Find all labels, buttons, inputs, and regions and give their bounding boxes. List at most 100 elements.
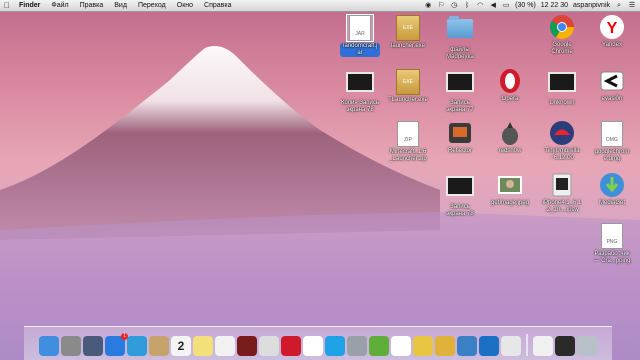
dock-mail-icon[interactable] <box>347 336 367 356</box>
desktop-icon[interactable]: TinyUmbrella - 6.12.00 <box>534 120 590 162</box>
dock-calendar-icon[interactable]: 2 <box>171 336 191 356</box>
dock-notes-icon[interactable] <box>193 336 213 356</box>
desktop-icon[interactable]: файлы Madpeyka <box>432 14 488 61</box>
yandex-icon: Y <box>599 14 625 40</box>
desktop-icon-label: Запись экрана 77 <box>446 100 474 113</box>
opera-icon <box>497 68 523 94</box>
desktop-icon[interactable]: getImage.jpeg <box>482 172 538 207</box>
desktop-icon-label: Minecraft_1.6 _Launcher.zip <box>389 149 427 162</box>
menu-window[interactable]: Окно <box>172 0 199 11</box>
notification-center-icon[interactable]: ☰ <box>628 2 636 9</box>
dock-teamviewer-icon[interactable] <box>479 336 499 356</box>
desktop-icon-label: Google Chrome <box>551 42 573 55</box>
pineapple-icon <box>497 120 523 146</box>
dock-trash-icon[interactable] <box>577 336 597 356</box>
desktop-icon[interactable]: PNG Разработчик — Cra...pping <box>584 222 640 265</box>
desktop-icon[interactable]: evasi0n <box>584 68 640 103</box>
desktop-icon-label: launcher.exe <box>390 43 426 49</box>
desktop-icon[interactable]: Y Yandex <box>584 14 640 49</box>
folder-icon <box>447 16 473 45</box>
svg-text:Y: Y <box>607 20 618 37</box>
desktop-icon[interactable]: iPhone4,1_6.1 .2_10....ipsw <box>534 172 590 214</box>
dock-downloads-icon[interactable] <box>555 336 575 356</box>
bluetooth-icon[interactable]: ᛒ <box>463 2 471 9</box>
status-icon[interactable]: ◉ <box>424 2 432 9</box>
menu-bar:  Finder Файл Правка Вид Переход Окно Сп… <box>0 0 640 12</box>
desktop-icon[interactable]: redsn0w <box>482 120 538 155</box>
battery-icon[interactable]: ▭ <box>502 2 510 9</box>
document-icon: DMG <box>599 121 625 147</box>
chrome-icon <box>549 14 575 40</box>
desktop-icon-label: redsn0w <box>498 148 522 154</box>
dock-yandex-icon[interactable] <box>303 336 323 356</box>
evasion-icon <box>599 68 625 94</box>
dock-reminders-icon[interactable] <box>215 336 235 356</box>
desktop-icon[interactable]: EXE TLauncher.exe <box>380 68 436 104</box>
desktop-icon-label: iPhone4,1_6.1 .2_10....ipsw <box>542 200 582 213</box>
desktop-icon[interactable]: ZIP Minecraft_1.6 _Launcher.zip <box>380 120 436 163</box>
desktop-icon[interactable]: DMG googlechrom e.dmg <box>584 120 640 163</box>
desktop-icon-label: Запись экрана 78 <box>446 204 474 217</box>
exe-icon: EXE <box>395 69 421 95</box>
menubar-user[interactable]: aspanpivnik <box>573 0 610 11</box>
battery-percent: (30 %) <box>515 2 536 9</box>
desktop-icon[interactable]: Запись экрана 78 <box>432 172 488 218</box>
dock-safari-icon[interactable] <box>127 336 147 356</box>
dock-xcode-icon[interactable] <box>391 336 411 356</box>
desktop-icon[interactable]: EXE launcher.exe <box>380 14 436 50</box>
dock-launchpad-icon[interactable] <box>61 336 81 356</box>
wifi-icon[interactable]: ◠ <box>476 2 484 9</box>
dock-screenshot-tool-icon[interactable] <box>533 336 553 356</box>
dock-app-store-icon[interactable]: 1 <box>105 333 128 356</box>
video-icon <box>346 72 374 98</box>
video-icon <box>446 72 474 98</box>
dock-opera-icon[interactable] <box>281 336 301 356</box>
dock-utorrent-icon[interactable] <box>369 336 389 356</box>
desktop-icon-label: Yandex <box>602 42 622 48</box>
menu-edit[interactable]: Правка <box>75 0 110 11</box>
menu-help[interactable]: Справка <box>199 0 237 11</box>
volume-icon[interactable]: ◀ <box>489 2 497 9</box>
dock-preview-icon[interactable] <box>259 336 279 356</box>
menubar-clock[interactable]: 12 22 30 <box>541 0 568 11</box>
menu-go[interactable]: Переход <box>133 0 172 11</box>
dock-stuffit-icon[interactable] <box>413 336 433 356</box>
mediaget-icon <box>599 172 625 198</box>
dock-contacts-icon[interactable] <box>149 336 169 356</box>
apple-menu-icon[interactable]:  <box>0 0 14 11</box>
desktop-icon-label: Opera <box>501 96 519 102</box>
menu-file[interactable]: Файл <box>46 0 74 11</box>
menu-view[interactable]: Вид <box>109 0 133 11</box>
dock-system-info-icon[interactable] <box>501 336 521 356</box>
flag-icon[interactable]: ⚐ <box>437 2 445 9</box>
desktop-icon-label: TinyUmbrella - 6.12.00 <box>544 148 580 161</box>
document-icon: PNG <box>599 223 625 249</box>
desktop-icon-label: Разработчик — Cra...pping <box>593 251 631 264</box>
dock-chrome-icon[interactable] <box>435 336 455 356</box>
exe-icon: EXE <box>395 15 421 41</box>
ipsw-icon <box>549 172 575 198</box>
desktop-icon-label: getImage.jpeg <box>490 200 530 206</box>
desktop-icon[interactable]: Unknown <box>534 68 590 107</box>
desktop-icon-label: Reflector <box>447 148 472 154</box>
umbrella-icon <box>549 120 575 146</box>
desktop-icon[interactable]: Reflector <box>432 120 488 155</box>
photo-icon <box>497 172 523 198</box>
dock-skype-icon[interactable] <box>325 336 345 356</box>
spotlight-icon[interactable]: ⌕ <box>615 2 623 9</box>
dock-image-capture-icon[interactable] <box>457 336 477 356</box>
desktop-icon[interactable]: Google Chrome <box>534 14 590 56</box>
desktop-icon-label: evasi0n <box>601 96 623 102</box>
desktop-icon-label: Unknown <box>549 100 575 106</box>
desktop-icon-label: googlechrom e.dmg <box>594 149 630 162</box>
timemachine-icon[interactable]: ◷ <box>450 2 458 9</box>
desktop-icon-label: TLauncher.exe <box>388 97 428 103</box>
dock-photo-booth-icon[interactable] <box>237 336 257 356</box>
desktop-icon[interactable]: Запись экрана 77 <box>432 68 488 114</box>
dock-mission-control-icon[interactable] <box>83 336 103 356</box>
document-icon: JAR <box>346 14 374 42</box>
desktop-icon[interactable]: Opera <box>482 68 538 103</box>
menu-app-finder[interactable]: Finder <box>14 0 46 11</box>
dock-finder-icon[interactable] <box>39 336 59 356</box>
desktop-icon[interactable]: MediaGet <box>584 172 640 207</box>
